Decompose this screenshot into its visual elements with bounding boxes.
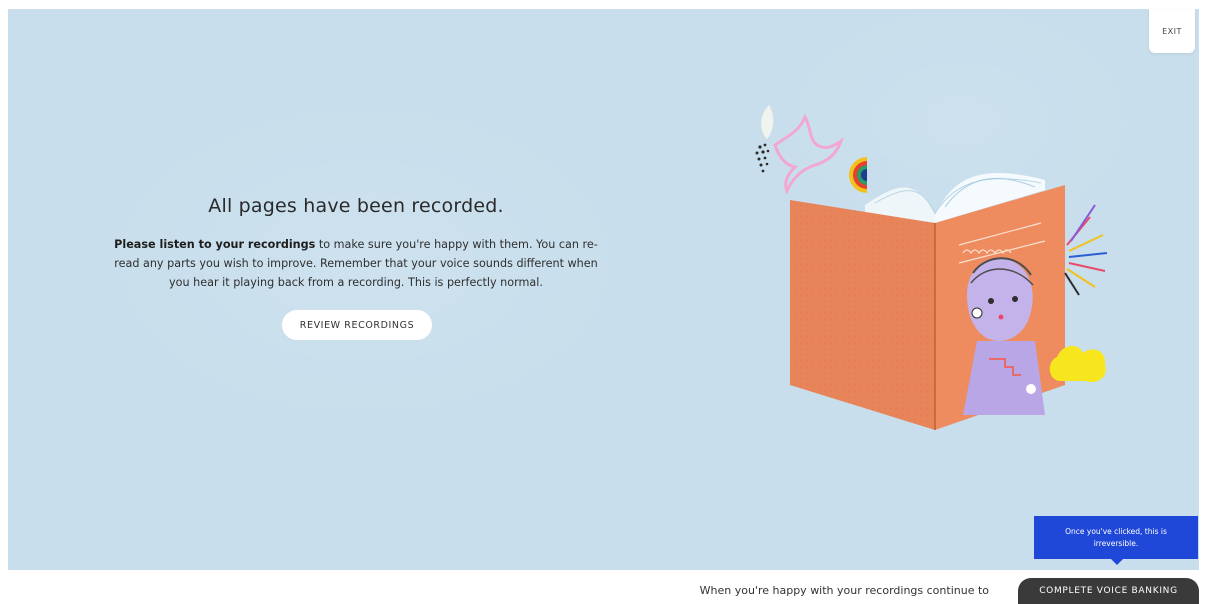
complete-voice-banking-button[interactable]: COMPLETE VOICE BANKING xyxy=(1018,578,1199,604)
instructions-emphasis: Please listen to your recordings xyxy=(114,238,316,251)
tooltip-arrow xyxy=(1111,559,1123,565)
continue-prompt: When you're happy with your recordings c… xyxy=(699,584,989,597)
irreversible-tooltip: Once you've clicked, this is irreversibl… xyxy=(1034,516,1198,559)
review-recordings-button[interactable]: REVIEW RECORDINGS xyxy=(282,310,432,340)
exit-button[interactable]: EXIT xyxy=(1149,9,1195,53)
page-title: All pages have been recorded. xyxy=(208,195,504,217)
instructions-text: Please listen to your recordings to make… xyxy=(105,235,607,292)
completion-message: All pages have been recorded. Please lis… xyxy=(105,195,607,292)
open-book-portrait-illustration xyxy=(755,105,1108,430)
